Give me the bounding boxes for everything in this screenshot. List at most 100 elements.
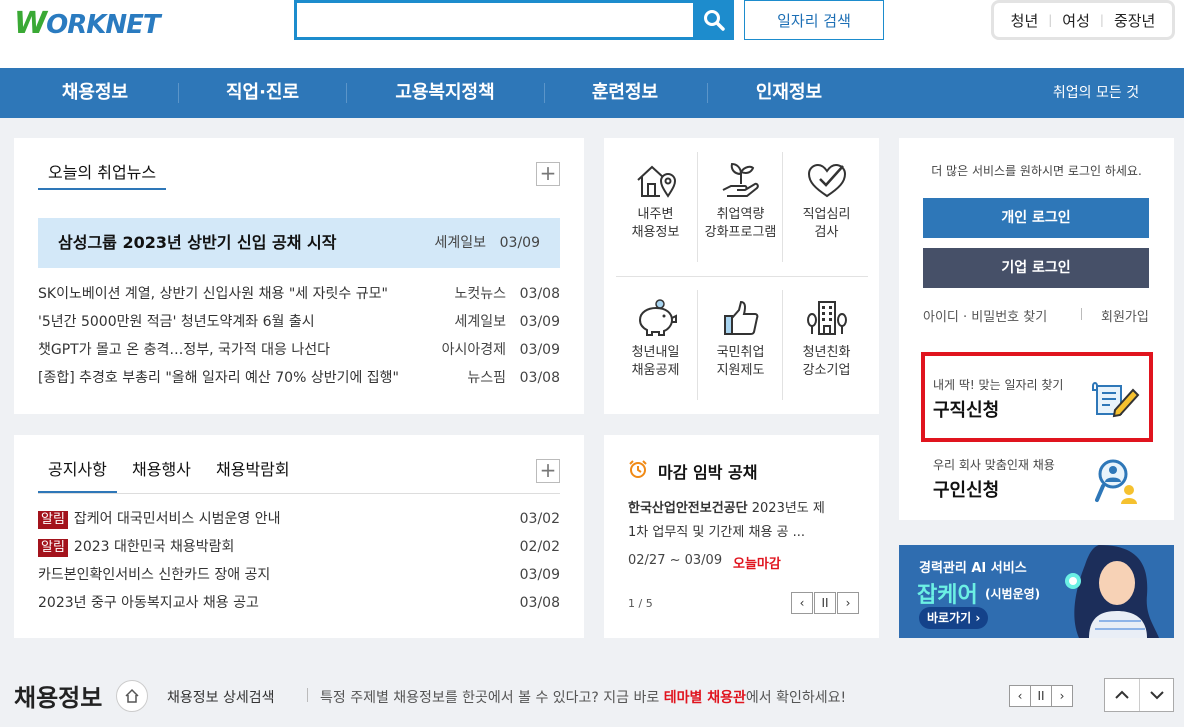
- worknet-logo[interactable]: WORKNET: [14, 6, 174, 42]
- chevron-up-icon: [1115, 690, 1129, 699]
- news-item[interactable]: [종합] 추경호 부총리 "올해 일자리 예산 70% 상반기에 집행" 뉴스핌 0…: [38, 364, 560, 392]
- service-label-1: 청년내일: [631, 345, 680, 360]
- audience-menu: 청년 | 여성 | 중장년: [991, 0, 1175, 40]
- notice-title: 잡케어 대국민서비스 시범운영 안내: [73, 511, 281, 527]
- divider: [616, 276, 868, 277]
- nav-all-menu[interactable]: 취업의 모든 것: [1040, 68, 1152, 118]
- news-source: 세계일보: [454, 314, 506, 330]
- headline-source: 세계일보: [434, 235, 486, 251]
- news-source: 노컷뉴스: [454, 286, 506, 302]
- audience-women-link[interactable]: 여성: [1062, 10, 1090, 31]
- job-detail-search-link[interactable]: 채용정보 상세검색: [167, 687, 275, 707]
- chevron-down-icon: [1149, 691, 1164, 700]
- news-more-button[interactable]: +: [536, 162, 560, 186]
- divider: [38, 493, 560, 494]
- service-label-1: 취업역량: [716, 207, 765, 222]
- scroll-up-button[interactable]: [1105, 679, 1139, 711]
- job-search-button[interactable]: 일자리 검색: [744, 0, 884, 40]
- notice-item[interactable]: 알림 잡케어 대국민서비스 시범운영 안내 03/02: [38, 505, 560, 533]
- nav-item-talent[interactable]: 인재정보: [734, 68, 844, 118]
- service-label-2: 지원제도: [716, 363, 765, 378]
- service-psych-test[interactable]: 직업심리 검사: [784, 160, 869, 242]
- login-panel: 더 많은 서비스를 원하시면 로그인 하세요. 개인 로그인 기업 로그인 아이…: [899, 138, 1174, 520]
- headline-title: 삼성그룹 2023년 상반기 신입 공채 시작: [58, 233, 337, 252]
- audience-youth-link[interactable]: 청년: [1011, 10, 1039, 31]
- news-source: 아시아경제: [441, 342, 506, 358]
- service-label-2: 채용정보: [631, 225, 680, 240]
- notice-item[interactable]: 2023년 중구 아동복지교사 채용 공고 03/08: [38, 589, 560, 617]
- section-title-jobs: 채용정보: [14, 684, 103, 712]
- tab-notices[interactable]: 공지사항: [38, 459, 117, 493]
- tab-today-news[interactable]: 오늘의 취업뉴스: [38, 162, 167, 190]
- bottom-prev-button[interactable]: ‹: [1009, 685, 1031, 707]
- sprout-hand-icon: [722, 162, 759, 197]
- job-offer-title[interactable]: 구인신청: [933, 476, 999, 502]
- header: WORKNET 일자리 검색 청년 | 여성 | 중장년: [0, 0, 1184, 68]
- heart-check-icon: [807, 163, 846, 198]
- notice-date: 02/02: [519, 539, 560, 555]
- nav-divider: [707, 83, 708, 103]
- banner-brand: 잡케어: [917, 583, 978, 608]
- service-youth-savings[interactable]: 청년내일 채움공제: [613, 298, 698, 380]
- news-item[interactable]: '5년간 5000만원 적금' 청년도약계좌 6월 출시 세계일보 03/09: [38, 308, 560, 336]
- nav-item-welfare-policy[interactable]: 고용복지정책: [375, 68, 515, 118]
- service-label-2: 검사: [814, 225, 839, 240]
- prev-button[interactable]: ‹: [791, 592, 813, 614]
- news-item[interactable]: 챗GPT가 몰고 온 충격…정부, 국가적 대응 나선다 아시아경제 03/09: [38, 336, 560, 364]
- nav-divider: [544, 83, 545, 103]
- service-label-1: 청년친화: [802, 345, 851, 360]
- deadline-desc-line2: 1차 업무직 및 기간제 채용 공 ...: [628, 525, 806, 540]
- magnifier-person-icon: [1095, 459, 1137, 504]
- news-title: '5년간 5000만원 적금' 청년도약계좌 6월 출시: [38, 314, 315, 330]
- scroll-down-button[interactable]: [1140, 679, 1173, 711]
- notice-item[interactable]: 카드본인확인서비스 신한카드 장애 공지 03/09: [38, 561, 560, 589]
- document-pen-icon: [1092, 382, 1140, 418]
- company-login-button[interactable]: 기업 로그인: [923, 248, 1149, 288]
- service-label-2: 강소기업: [802, 363, 851, 378]
- audience-middleaged-link[interactable]: 중장년: [1114, 10, 1155, 31]
- nav-item-career[interactable]: 직업·진로: [205, 68, 320, 118]
- theme-promo-text: 특정 주제별 채용정보를 한곳에서 볼 수 있다고? 지금 바로 테마별 채용관…: [320, 687, 846, 707]
- job-seek-apply-card[interactable]: 내게 딱! 맞는 일자리 찾기 구직신청: [921, 352, 1153, 442]
- service-employability-program[interactable]: 취업역량 강화프로그램: [698, 160, 783, 242]
- bottom-next-button[interactable]: ›: [1051, 685, 1073, 707]
- find-id-password-link[interactable]: 아이디 · 비밀번호 찾기: [923, 306, 1047, 325]
- search-button[interactable]: [694, 0, 734, 40]
- nav-item-jobs[interactable]: 채용정보: [40, 68, 150, 118]
- bottom-pause-button[interactable]: II: [1030, 685, 1052, 707]
- service-nearby-jobs[interactable]: 내주변 채용정보: [613, 160, 698, 242]
- service-label-1: 직업심리: [802, 207, 851, 222]
- deadline-desc: 2023년도 제: [751, 501, 825, 516]
- jobcare-banner[interactable]: 경력관리 AI 서비스 잡케어 (시범운영) 바로가기 ›: [899, 545, 1174, 638]
- nav-item-training[interactable]: 훈련정보: [570, 68, 680, 118]
- tab-job-fairs[interactable]: 채용박람회: [216, 459, 290, 493]
- news-title: [종합] 추경호 부총리 "올해 일자리 예산 70% 상반기에 집행": [38, 370, 400, 386]
- divider: [307, 688, 308, 702]
- news-source: 뉴스핌: [467, 370, 506, 386]
- deadline-job-posting[interactable]: 한국산업안전보건공단 2023년도 제 1차 업무직 및 기간제 채용 공 ..…: [628, 497, 858, 545]
- deadline-company: 한국산업안전보건공단: [628, 501, 748, 516]
- job-offer-subtitle: 우리 회사 맞춤인재 채용: [933, 458, 1055, 472]
- notices-more-button[interactable]: +: [536, 459, 560, 483]
- tab-hiring-events[interactable]: 채용행사: [132, 459, 191, 493]
- signup-link[interactable]: 회원가입: [1101, 306, 1149, 325]
- notice-title: 카드본인확인서비스 신한카드 장애 공지: [38, 567, 271, 583]
- logo-initial: W: [14, 6, 47, 41]
- service-youth-friendly-company[interactable]: 청년친화 강소기업: [784, 298, 869, 380]
- personal-login-button[interactable]: 개인 로그인: [923, 198, 1149, 238]
- search-input[interactable]: [294, 0, 696, 40]
- headline-news[interactable]: 삼성그룹 2023년 상반기 신입 공채 시작 세계일보 03/09: [38, 218, 560, 268]
- news-item[interactable]: SK이노베이션 계열, 상반기 신입사원 채용 "세 자릿수 규모" 노컷뉴스 03…: [38, 280, 560, 308]
- search-icon: [704, 10, 725, 31]
- divider: |: [1099, 13, 1104, 27]
- service-national-employment-support[interactable]: 국민취업 지원제도: [698, 298, 783, 380]
- notice-item[interactable]: 알림 2023 대한민국 채용박람회 02/02: [38, 533, 560, 561]
- home-button[interactable]: [116, 680, 148, 712]
- theme-jobs-link[interactable]: 테마별 채용관: [664, 690, 746, 706]
- next-button[interactable]: ›: [837, 592, 859, 614]
- pause-button[interactable]: II: [814, 592, 836, 614]
- notice-title: 2023년 중구 아동복지교사 채용 공고: [38, 595, 259, 611]
- service-label-1: 국민취업: [716, 345, 765, 360]
- notice-date: 03/08: [519, 595, 560, 611]
- banner-go-button[interactable]: 바로가기 ›: [919, 607, 989, 629]
